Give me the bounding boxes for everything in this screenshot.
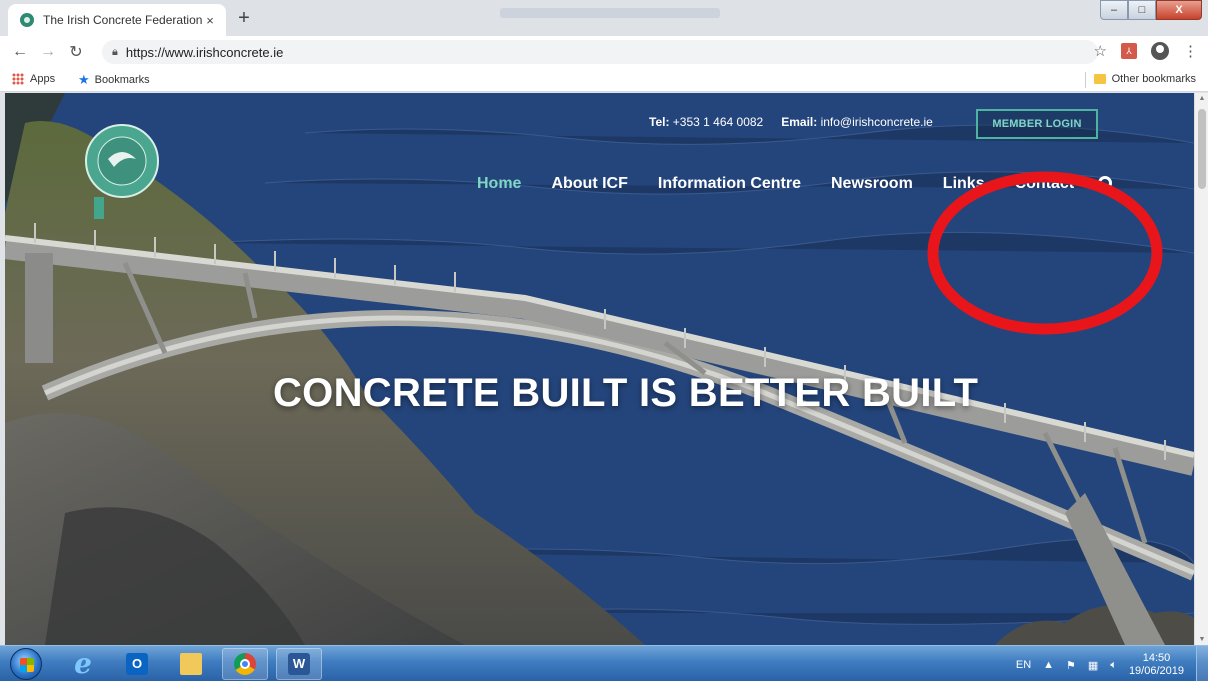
scroll-down-icon[interactable]: ▼ — [1198, 636, 1206, 643]
bookmark-other-label: Other bookmarks — [1111, 73, 1196, 85]
web-page: Tel: +353 1 464 0082 Email: info@irishco… — [5, 93, 1194, 645]
bookmark-star-icon: ★ — [78, 72, 90, 87]
window-controls: – □ X — [1100, 0, 1202, 20]
nav-home[interactable]: Home — [477, 175, 521, 193]
browser-tab[interactable]: The Irish Concrete Federation (IC × — [8, 4, 226, 36]
toolbar-right-icons: ☆ ⅄ ⋮ — [1094, 42, 1198, 60]
folder-icon — [1093, 74, 1106, 84]
apps-grid-icon — [12, 73, 24, 85]
bookmarks-bar: Apps ★ Bookmarks Other bookmarks — [0, 68, 1208, 92]
bookmarks-divider — [1085, 72, 1086, 88]
nav-information-centre[interactable]: Information Centre — [658, 175, 801, 193]
reload-icon[interactable]: ↻ — [62, 42, 90, 62]
blurred-window-title — [500, 8, 720, 18]
windows-logo-icon — [20, 658, 34, 672]
email-info[interactable]: Email: info@irishconcrete.ie — [781, 115, 933, 129]
system-clock[interactable]: 14:50 19/06/2019 — [1129, 652, 1184, 678]
scroll-up-icon[interactable]: ▲ — [1198, 95, 1206, 102]
show-desktop-button[interactable] — [1196, 646, 1208, 681]
bookmark-bookmarks[interactable]: ★ Bookmarks — [78, 72, 150, 88]
maximize-button[interactable]: □ — [1128, 0, 1156, 20]
clock-time: 14:50 — [1142, 652, 1171, 664]
bookmark-apps-label: Apps — [30, 73, 56, 85]
tab-title: The Irish Concrete Federation (IC — [43, 13, 202, 27]
outlook-icon[interactable]: O — [114, 648, 160, 680]
close-window-button[interactable]: X — [1156, 0, 1202, 20]
start-button[interactable] — [10, 648, 42, 680]
scrollbar-thumb[interactable] — [1198, 109, 1206, 189]
menu-icon[interactable]: ⋮ — [1183, 42, 1198, 60]
browser-toolbar: ← → ↻ 🔒︎ https://www.irishconcrete.ie ☆ … — [0, 36, 1208, 68]
bookmark-apps[interactable]: Apps — [12, 73, 55, 85]
red-annotation-circle — [927, 171, 1163, 335]
url-text: https://www.irishconcrete.ie — [125, 44, 284, 60]
contact-bar: Tel: +353 1 464 0082 Email: info@irishco… — [649, 115, 933, 129]
word-icon[interactable]: W — [276, 648, 322, 680]
system-tray: EN ▲ ⚑ ▦ 🔈︎ 14:50 19/06/2019 — [1016, 652, 1184, 678]
nav-newsroom[interactable]: Newsroom — [831, 175, 913, 193]
minimize-button[interactable]: – — [1100, 0, 1128, 20]
file-explorer-icon[interactable] — [168, 648, 214, 680]
browser-tab-strip: The Irish Concrete Federation (IC × + – … — [0, 0, 1208, 36]
page-scrollbar[interactable]: ▲ ▼ — [1194, 93, 1208, 645]
nav-about-icf[interactable]: About ICF — [551, 175, 627, 193]
site-favicon-icon — [20, 13, 34, 27]
bookmark-other[interactable]: Other bookmarks — [1093, 73, 1196, 85]
new-tab-button[interactable]: + — [232, 7, 256, 31]
chrome-icon[interactable] — [222, 648, 268, 680]
hero-title: CONCRETE BUILT IS BETTER BUILT — [273, 371, 979, 415]
forward-icon[interactable]: → — [34, 43, 62, 61]
network-icon[interactable]: ▦ — [1088, 659, 1098, 672]
tab-close-icon[interactable]: × — [202, 13, 218, 28]
member-login-button[interactable]: MEMBER LOGIN — [976, 109, 1098, 139]
tray-expand-icon[interactable]: ▲ — [1043, 659, 1054, 671]
desktop-screen: The Irish Concrete Federation (IC × + – … — [0, 0, 1208, 681]
pdf-icon[interactable]: ⅄ — [1121, 43, 1137, 59]
profile-icon[interactable] — [1151, 42, 1169, 60]
language-indicator[interactable]: EN — [1016, 659, 1031, 671]
star-icon[interactable]: ☆ — [1094, 42, 1107, 60]
windows-taskbar: e O W EN ▲ ⚑ ▦ 🔈︎ 14:50 19/06/2019 — [0, 645, 1208, 681]
volume-icon[interactable]: 🔈︎ — [1110, 659, 1117, 672]
address-bar[interactable]: 🔒︎ https://www.irishconcrete.ie — [102, 40, 1098, 64]
icf-logo[interactable] — [84, 123, 166, 223]
bookmark-bookmarks-label: Bookmarks — [94, 74, 150, 86]
lock-icon[interactable]: 🔒︎ — [112, 46, 118, 59]
action-center-flag-icon[interactable]: ⚑ — [1066, 659, 1076, 672]
back-icon[interactable]: ← — [6, 43, 34, 61]
clock-date: 19/06/2019 — [1128, 665, 1184, 677]
internet-explorer-icon[interactable]: e — [60, 648, 106, 680]
phone-info[interactable]: Tel: +353 1 464 0082 — [649, 115, 763, 129]
